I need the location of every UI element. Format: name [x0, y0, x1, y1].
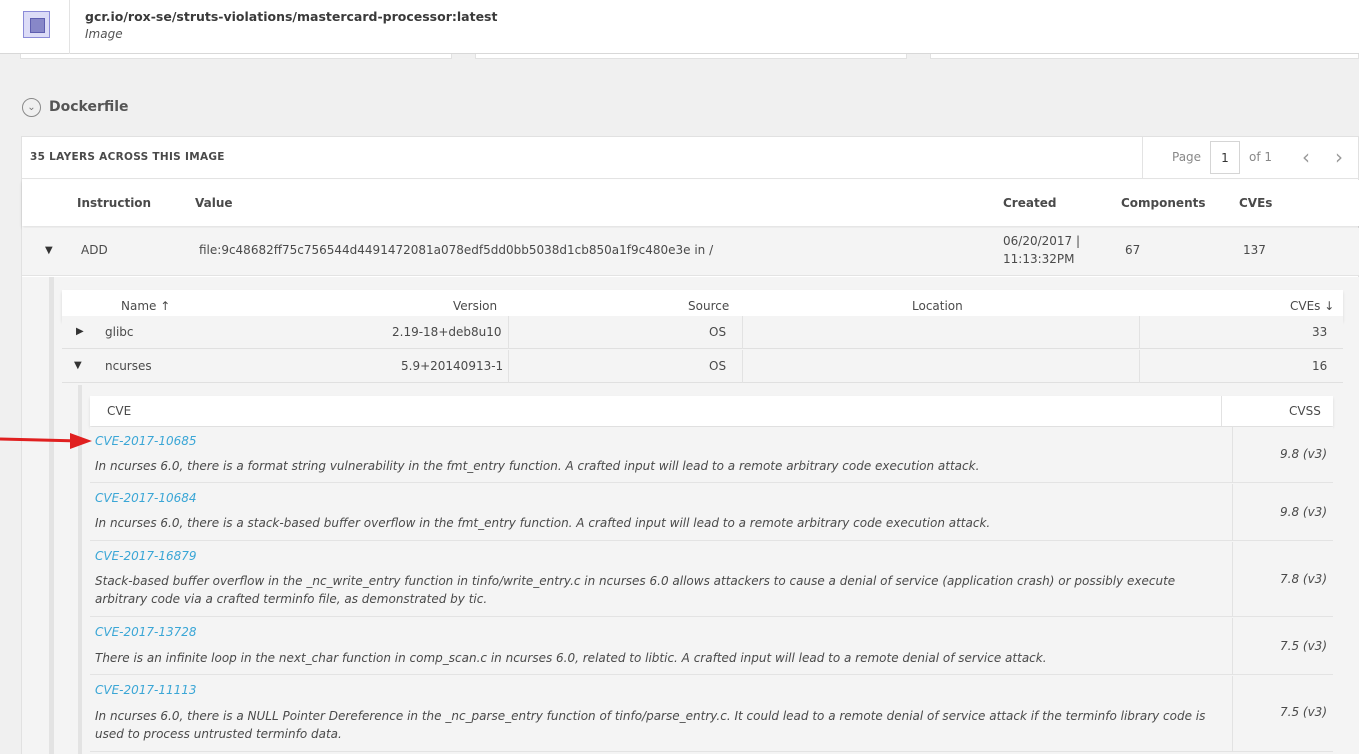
cve-row: CVE-2017-16879 Stack-based buffer overfl… [90, 542, 1333, 617]
caret-down-icon[interactable]: ▼ [45, 245, 53, 256]
cve-description: In ncurses 6.0, there is a NULL Pointer … [95, 709, 1206, 741]
component-cves: 16 [1312, 359, 1328, 373]
cve-row: CVE-2017-11113 In ncurses 6.0, there is … [90, 676, 1333, 752]
column-header-cvss[interactable]: CVSS [1289, 404, 1321, 418]
column-divider [1232, 484, 1233, 541]
collapse-toggle-icon[interactable]: ⌄ [22, 98, 41, 117]
layers-count: 35 LAYERS ACROSS THIS IMAGE [30, 151, 225, 163]
cvss-score: 7.8 (v3) [1280, 572, 1327, 586]
page-total-label: of 1 [1249, 150, 1273, 164]
layer-created-date: 06/20/2017 | [1003, 234, 1081, 248]
layer-row[interactable]: ▼ ADD file:9c48682ff75c756544d4491472081… [22, 228, 1359, 276]
column-header-component-cves[interactable]: CVEs ↓ [1290, 299, 1334, 313]
component-source: OS [709, 359, 727, 373]
caret-down-icon[interactable]: ▼ [74, 360, 82, 371]
cve-link[interactable]: CVE-2017-11113 [95, 683, 197, 697]
cve-link[interactable]: CVE-2017-13728 [95, 625, 197, 639]
cvss-score: 9.8 (v3) [1280, 447, 1327, 461]
component-version: 2.19-18+deb8u10 [392, 325, 502, 339]
cve-row: CVE-2017-13728 There is an infinite loop… [90, 618, 1333, 675]
summary-cards-strip [10, 54, 1359, 76]
layer-instruction: ADD [81, 243, 108, 257]
caret-right-icon[interactable]: ▶ [76, 326, 84, 337]
chevron-left-icon: ‹ [1302, 145, 1310, 169]
cve-description: In ncurses 6.0, there is a format string… [95, 459, 980, 473]
image-icon [23, 11, 50, 38]
column-divider [1139, 316, 1140, 349]
component-name: glibc [105, 325, 134, 339]
section-title: Dockerfile [49, 99, 129, 115]
cve-link[interactable]: CVE-2017-10684 [95, 491, 197, 505]
component-source: OS [709, 325, 727, 339]
cve-description: There is an infinite loop in the next_ch… [95, 651, 1047, 665]
entity-type-label: Image [85, 27, 123, 41]
cvss-score: 7.5 (v3) [1280, 705, 1327, 719]
summary-card [475, 54, 907, 59]
cve-description: Stack-based buffer overflow in the _nc_w… [95, 574, 1176, 606]
layer-value: file:9c48682ff75c756544d4491472081a078ed… [199, 243, 714, 257]
pagination: Page of 1 ‹ › [1142, 137, 1359, 179]
next-page-button[interactable]: › [1326, 145, 1352, 171]
summary-card [930, 54, 1359, 59]
column-header-name[interactable]: Name ↑ [121, 299, 170, 313]
component-cves: 33 [1312, 325, 1328, 339]
column-header-location[interactable]: Location [912, 299, 963, 313]
component-row[interactable]: ▶ glibc 2.19-18+deb8u10 OS 33 [62, 316, 1343, 349]
layer-components-count: 67 [1125, 243, 1141, 257]
nest-indicator [49, 277, 54, 754]
column-header-created[interactable]: Created [1003, 196, 1056, 210]
column-header-instruction[interactable]: Instruction [77, 196, 151, 210]
entity-header: gcr.io/rox-se/struts-violations/masterca… [0, 0, 1359, 54]
column-header-source[interactable]: Source [688, 299, 729, 313]
image-name: gcr.io/rox-se/struts-violations/masterca… [85, 9, 498, 24]
cve-row: CVE-2017-10685 In ncurses 6.0, there is … [90, 427, 1333, 483]
column-divider [508, 316, 509, 349]
previous-page-button[interactable]: ‹ [1293, 145, 1319, 171]
component-name: ncurses [105, 359, 152, 373]
component-version: 5.9+20140913-1 [401, 359, 504, 373]
column-divider [1232, 618, 1233, 675]
summary-card [20, 54, 452, 59]
chevron-right-icon: › [1335, 145, 1343, 169]
layer-cves-count: 137 [1243, 243, 1266, 257]
column-header-value[interactable]: Value [195, 196, 233, 210]
column-divider [1221, 396, 1222, 426]
image-icon-container [0, 0, 70, 54]
cvss-score: 9.8 (v3) [1280, 505, 1327, 519]
column-divider [1232, 542, 1233, 617]
cvss-score: 7.5 (v3) [1280, 639, 1327, 653]
column-divider [508, 350, 509, 383]
annotation-arrow-icon [0, 433, 92, 449]
cve-link[interactable]: CVE-2017-10685 [95, 434, 197, 448]
column-divider [742, 350, 743, 383]
column-header-components[interactable]: Components [1121, 196, 1206, 210]
column-header-version[interactable]: Version [453, 299, 497, 313]
layer-created-time: 11:13:32PM [1003, 252, 1075, 266]
cve-description: In ncurses 6.0, there is a stack-based b… [95, 516, 991, 530]
component-row[interactable]: ▼ ncurses 5.9+20140913-1 OS 16 [62, 350, 1343, 383]
cve-table-header: CVE CVSS [90, 396, 1333, 426]
page-label: Page [1172, 150, 1202, 164]
cve-link[interactable]: CVE-2017-16879 [95, 549, 197, 563]
page-number-input[interactable] [1210, 141, 1240, 174]
column-divider [1139, 350, 1140, 383]
column-divider [1232, 427, 1233, 483]
cve-row: CVE-2017-10684 In ncurses 6.0, there is … [90, 484, 1333, 541]
column-header-cves[interactable]: CVEs [1239, 196, 1272, 210]
dockerfile-panel: 35 LAYERS ACROSS THIS IMAGE Page of 1 ‹ … [21, 136, 1359, 754]
column-divider [1232, 676, 1233, 752]
column-divider [742, 316, 743, 349]
layers-header-bar: 35 LAYERS ACROSS THIS IMAGE Page of 1 ‹ … [22, 137, 1359, 179]
layers-table-header: Instruction Value Created Components CVE… [22, 180, 1359, 226]
column-header-cve[interactable]: CVE [107, 404, 131, 418]
